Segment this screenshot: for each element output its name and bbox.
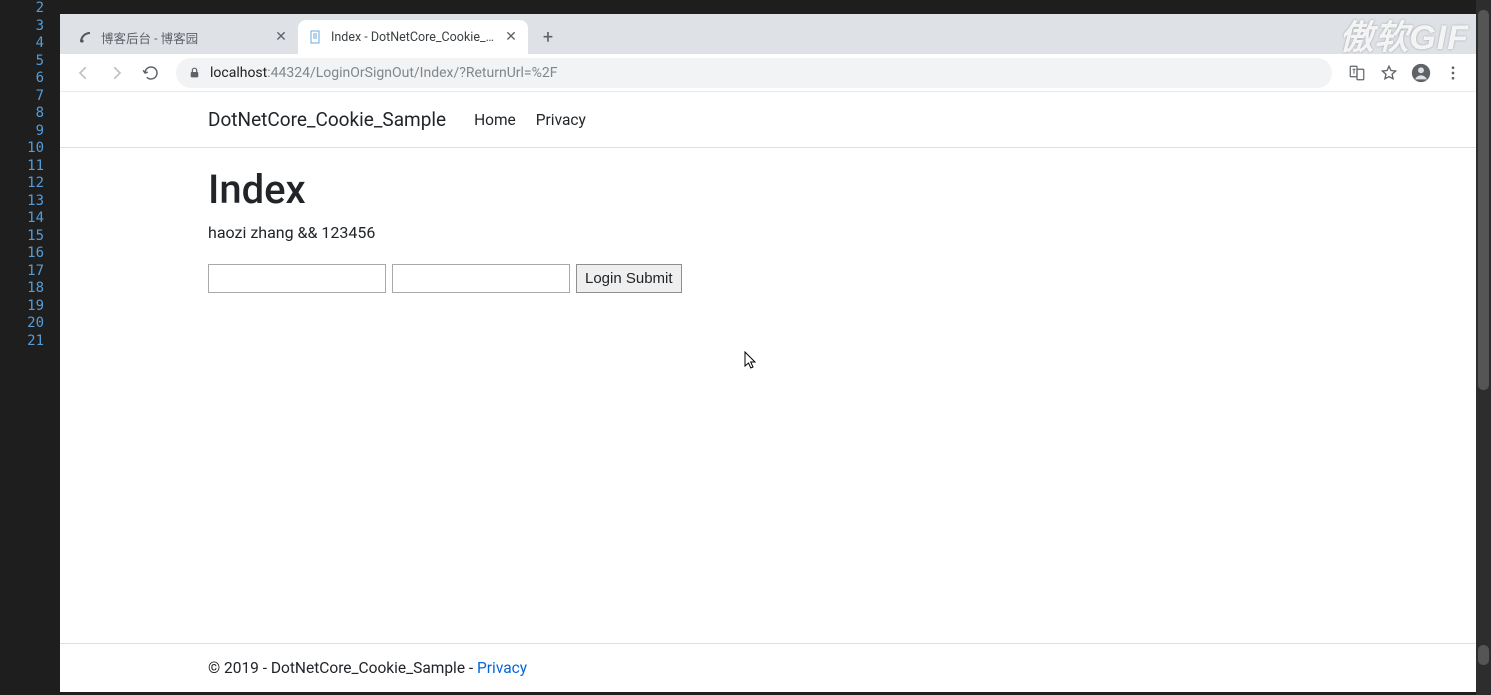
line-number: 7 [0,88,44,106]
kebab-menu-icon[interactable] [1438,58,1468,88]
editor-scrollbar[interactable] [1476,0,1491,695]
line-number: 4 [0,35,44,53]
site-navbar: DotNetCore_Cookie_Sample Home Privacy [60,92,1476,148]
nav-privacy[interactable]: Privacy [536,111,586,129]
password-input[interactable] [392,264,570,293]
browser-tab-2[interactable]: Index - DotNetCore_Cookie_S... ✕ [298,20,528,54]
line-number: 3 [0,18,44,36]
scrollbar-thumb[interactable] [1478,645,1489,665]
page-heading: Index [208,166,1476,213]
line-number: 2 [0,0,44,18]
line-number: 12 [0,175,44,193]
bookmark-star-icon[interactable] [1374,58,1404,88]
tab-title: Index - DotNetCore_Cookie_S... [331,30,497,45]
page-footer: © 2019 - DotNetCore_Cookie_Sample - Priv… [60,643,1476,692]
close-icon[interactable]: ✕ [504,30,518,44]
scrollbar-thumb[interactable] [1478,10,1489,390]
page-body: DotNetCore_Cookie_Sample Home Privacy In… [60,92,1476,692]
brand-title[interactable]: DotNetCore_Cookie_Sample [208,108,446,131]
back-button[interactable] [68,58,98,88]
line-number: 14 [0,210,44,228]
nav-home[interactable]: Home [474,111,516,129]
tab-strip: 博客后台 - 博客园 ✕ Index - DotNetCore_Cookie_S… [60,14,1476,54]
line-number: 6 [0,70,44,88]
line-number: 15 [0,228,44,246]
line-number: 10 [0,140,44,158]
username-input[interactable] [208,264,386,293]
line-number: 17 [0,263,44,281]
login-form: Login Submit [208,264,1476,293]
line-number: 5 [0,53,44,71]
address-path: :44324/LoginOrSignOut/Index/?ReturnUrl=%… [267,65,557,81]
line-number: 11 [0,158,44,176]
line-number: 20 [0,315,44,333]
line-number: 16 [0,245,44,263]
browser-window: 博客后台 - 博客园 ✕ Index - DotNetCore_Cookie_S… [60,14,1476,692]
tab-title: 博客后台 - 博客园 [101,28,267,47]
favicon-cnblogs-icon [78,29,94,45]
new-tab-button[interactable]: + [534,23,562,51]
credentials-hint: haozi zhang && 123456 [208,223,1476,242]
line-number: 19 [0,298,44,316]
browser-tab-1[interactable]: 博客后台 - 博客园 ✕ [68,20,298,54]
line-number: 13 [0,193,44,211]
address-host: localhost [210,65,267,81]
favicon-page-icon [308,29,324,45]
editor-line-gutter: 2 3 4 5 6 7 8 9 10 11 12 13 14 15 16 17 … [0,0,60,695]
lock-icon [188,66,202,79]
line-number: 18 [0,280,44,298]
main-container: Index haozi zhang && 123456 Login Submit [60,148,1476,293]
address-text: localhost:44324/LoginOrSignOut/Index/?Re… [210,65,557,81]
line-number: 8 [0,105,44,123]
translate-icon[interactable] [1342,58,1372,88]
footer-text: © 2019 - DotNetCore_Cookie_Sample - [208,659,477,677]
line-number: 21 [0,333,44,351]
address-bar[interactable]: localhost:44324/LoginOrSignOut/Index/?Re… [176,58,1332,88]
close-icon[interactable]: ✕ [274,30,288,44]
login-submit-button[interactable]: Login Submit [576,264,682,293]
browser-toolbar: localhost:44324/LoginOrSignOut/Index/?Re… [60,54,1476,92]
line-number: 9 [0,123,44,141]
reload-button[interactable] [136,58,166,88]
footer-privacy-link[interactable]: Privacy [477,659,527,677]
profile-avatar-icon[interactable] [1406,58,1436,88]
forward-button[interactable] [102,58,132,88]
